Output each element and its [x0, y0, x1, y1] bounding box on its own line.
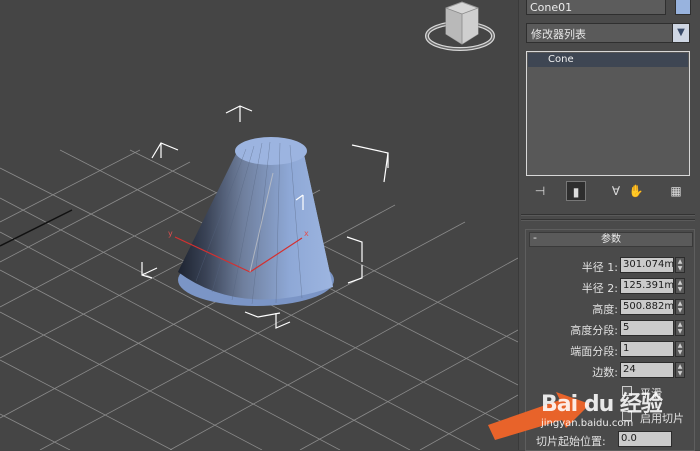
radius1-label: 半径 1:: [581, 261, 618, 274]
radius2-input[interactable]: 125.391m: [620, 278, 674, 294]
sides-input[interactable]: 24: [620, 362, 674, 378]
make-unique-icon[interactable]: ∀: [606, 181, 626, 201]
height-segments-input[interactable]: 5: [620, 320, 674, 336]
radius2-row: 半径 2: 125.391m ▲ ▼: [526, 278, 696, 296]
radius1-row: 半径 1: 301.074m ▲ ▼: [526, 257, 696, 275]
rollout-title: 参数: [601, 234, 621, 245]
cone-object[interactable]: [178, 137, 334, 306]
height-label: 高度:: [592, 303, 618, 316]
radius2-spinner[interactable]: ▲ ▼: [675, 278, 685, 294]
cap-segments-spinner[interactable]: ▲ ▼: [675, 341, 685, 357]
slice-on-label: 启用切片: [640, 412, 684, 425]
pin-stack-icon[interactable]: ⊣: [530, 181, 550, 201]
modifier-list-label: 修改器列表: [531, 28, 586, 41]
slice-on-checkbox[interactable]: [622, 411, 632, 421]
slice-from-input[interactable]: 0.0: [618, 431, 672, 447]
parameters-rollout: - 参数 半径 1: 301.074m ▲ ▼ 半径 2: 125.391m ▲ ▼…: [525, 229, 695, 451]
divider: [521, 214, 695, 216]
modifier-stack[interactable]: Cone: [526, 51, 690, 176]
sides-spinner[interactable]: ▲ ▼: [675, 362, 685, 378]
configure-modifier-sets-icon[interactable]: ▦: [666, 181, 686, 201]
height-segments-row: 高度分段: 5 ▲ ▼: [526, 320, 696, 338]
sides-label: 边数:: [592, 366, 618, 379]
perspective-viewport[interactable]: x y: [0, 0, 518, 450]
slice-from-label: 切片起始位置:: [536, 435, 606, 448]
chevron-down-icon[interactable]: ▼: [672, 24, 689, 42]
radius1-input[interactable]: 301.074m: [620, 257, 674, 273]
height-input[interactable]: 500.882m: [620, 299, 674, 315]
height-row: 高度: 500.882m ▲ ▼: [526, 299, 696, 317]
divider: [521, 219, 695, 221]
remove-modifier-icon[interactable]: ✋: [626, 181, 646, 201]
smooth-checkbox[interactable]: [622, 386, 632, 396]
height-segments-label: 高度分段:: [570, 324, 618, 337]
object-color-swatch[interactable]: [675, 0, 691, 15]
stack-item-cone[interactable]: Cone: [528, 53, 688, 67]
radius2-label: 半径 2:: [581, 282, 618, 295]
radius1-spinner[interactable]: ▲ ▼: [675, 257, 685, 273]
axis-x-label: x: [304, 229, 309, 238]
axis-y-label: y: [168, 229, 173, 238]
parameters-rollout-header[interactable]: - 参数: [529, 231, 693, 247]
viewport-canvas[interactable]: x y: [0, 0, 518, 450]
slice-from-row: 切片起始位置: 0.0: [536, 431, 696, 449]
smooth-label: 平滑: [640, 387, 662, 400]
show-end-result-icon[interactable]: ▮: [566, 181, 586, 201]
cap-segments-input[interactable]: 1: [620, 341, 674, 357]
sides-row: 边数: 24 ▲ ▼: [526, 362, 696, 380]
command-panel: Cone01 修改器列表 ▼ Cone ⊣ ▮ ∀ ✋ ▦ - 参数 半径 1:…: [518, 0, 700, 451]
cap-segments-label: 端面分段:: [570, 345, 618, 358]
viewcube[interactable]: [425, 1, 495, 51]
object-name-field[interactable]: Cone01: [526, 0, 666, 15]
modifier-stack-toolbar: ⊣ ▮ ∀ ✋ ▦: [528, 181, 688, 203]
height-spinner[interactable]: ▲ ▼: [675, 299, 685, 315]
modifier-list-dropdown[interactable]: 修改器列表 ▼: [526, 23, 690, 43]
world-axis-line: [0, 209, 73, 247]
cap-segments-row: 端面分段: 1 ▲ ▼: [526, 341, 696, 359]
height-segments-spinner[interactable]: ▲ ▼: [675, 320, 685, 336]
